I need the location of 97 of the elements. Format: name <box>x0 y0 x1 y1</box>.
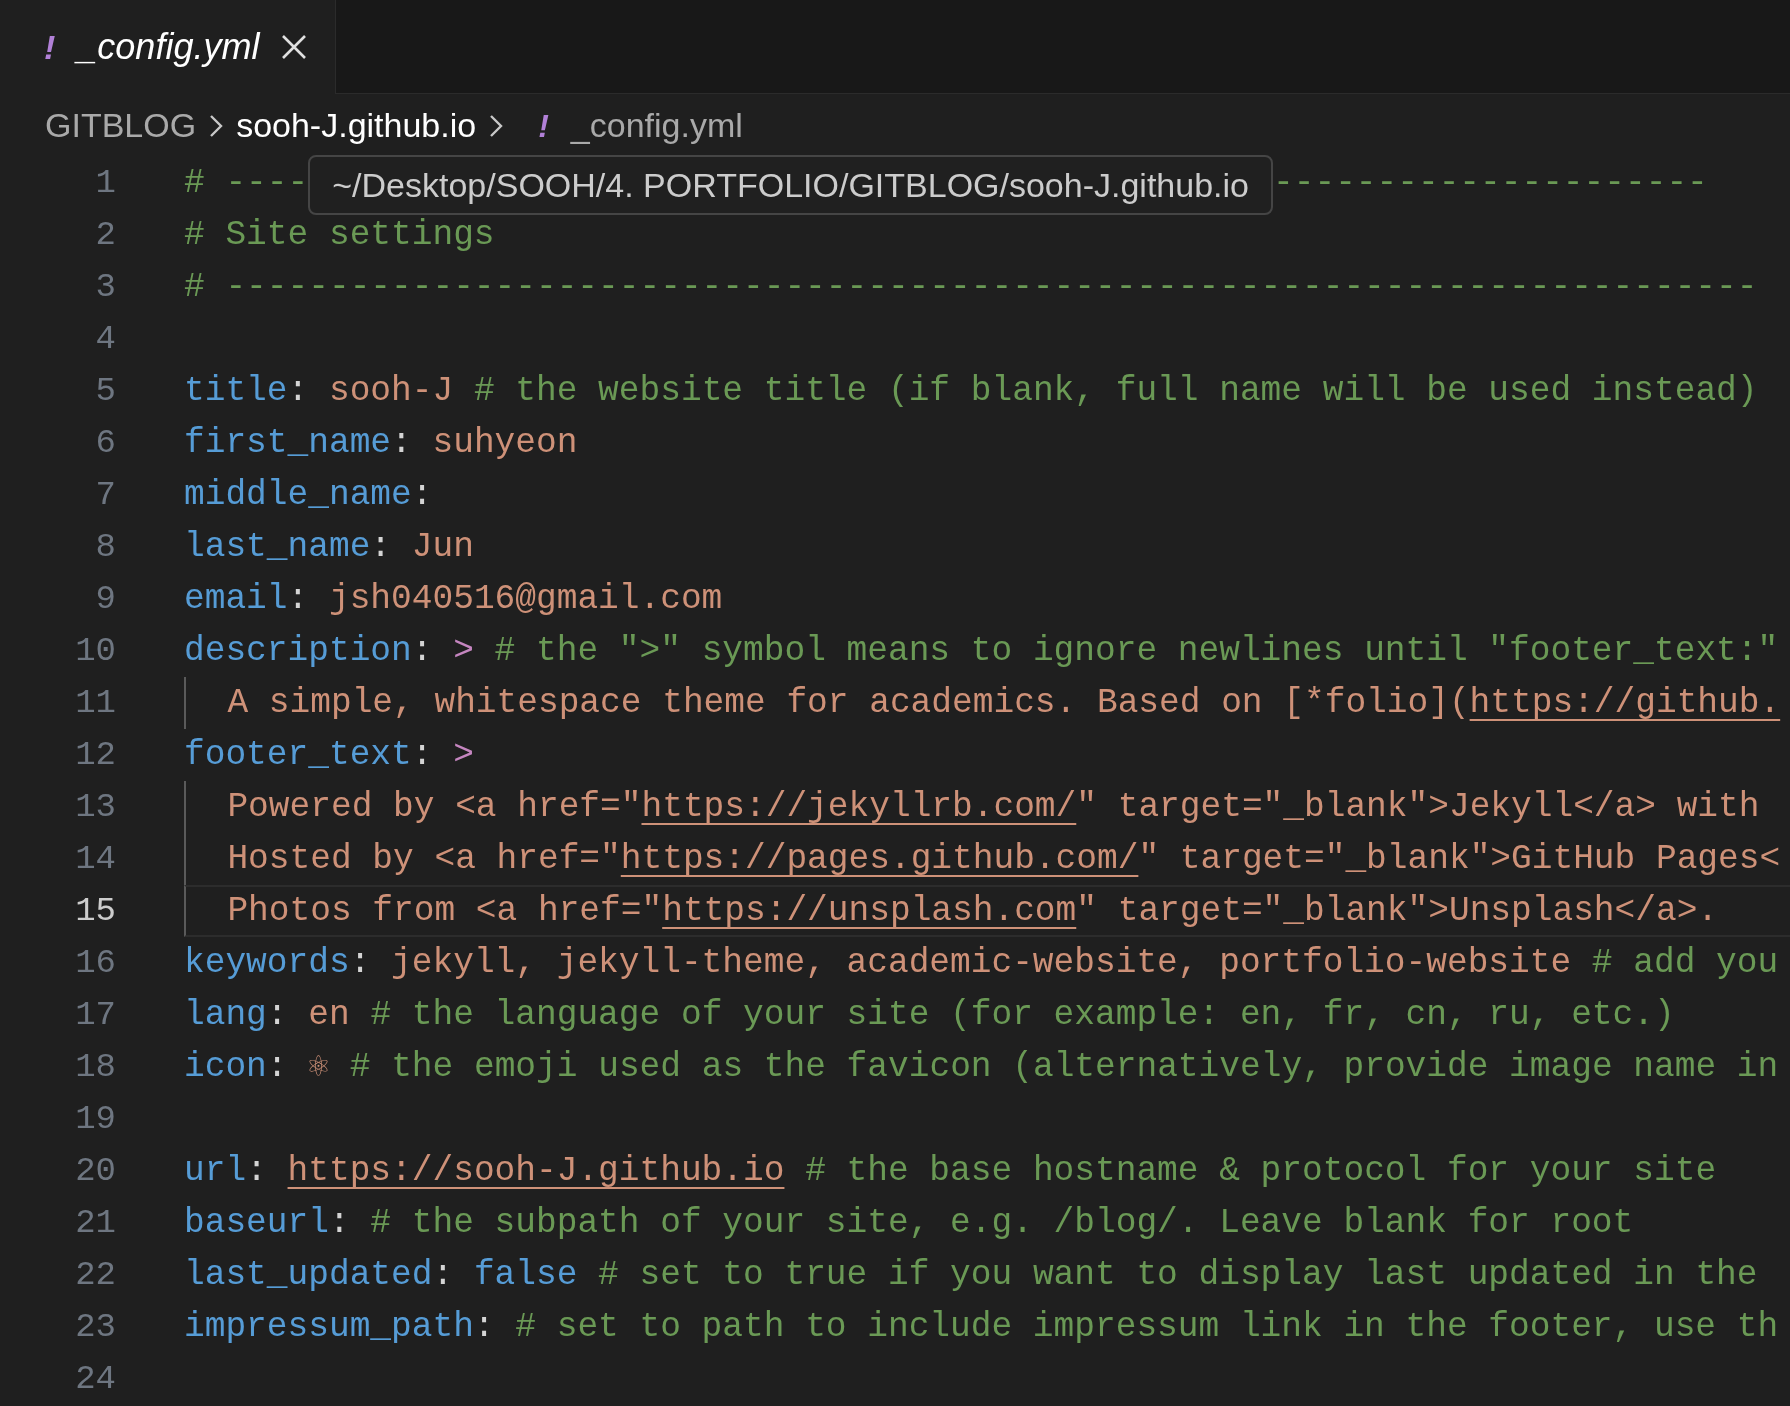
yaml-icon: ! <box>44 21 56 73</box>
code-comment: # Site settings <box>184 214 495 257</box>
yaml-key: description <box>184 625 412 677</box>
code-comment: # the language of your site (for example: en, fr, cn, ru, etc.) <box>369 994 1675 1037</box>
line-number: 12 <box>74 735 116 776</box>
line-number: 6 <box>94 423 116 464</box>
chevron-icon <box>488 112 505 139</box>
breadcrumb-item[interactable]: sooh-J.github.io <box>236 100 477 151</box>
yaml-colon: : <box>411 734 433 777</box>
code-link[interactable]: https://github. <box>1469 677 1781 729</box>
yaml-colon: : <box>328 1202 350 1245</box>
yaml-colon: : <box>266 994 288 1037</box>
code-comment: # the base hostname & protocol for your site <box>804 1150 1717 1193</box>
yaml-value: A simple, whitespace theme for academics. Based on [*folio]( <box>226 682 1470 725</box>
code-comment: # set to path to include impressum link in the footer, use th <box>514 1306 1779 1349</box>
code-comment: # the subpath of your site, e.g. /blog/. Leave blank for root <box>369 1202 1634 1245</box>
line-number: 1 <box>94 163 116 204</box>
yaml-colon: : <box>391 422 412 465</box>
line-number: 22 <box>74 1255 116 1296</box>
yaml-key: email <box>184 573 288 625</box>
code-link[interactable]: https://unsplash.com <box>662 885 1077 937</box>
yaml-colon: : <box>411 474 433 517</box>
yaml-value: jekyll, jekyll-theme, academic-website, portfolio-website <box>390 942 1572 985</box>
line-number: 2 <box>94 215 116 256</box>
code-comment: # the ">" symbol means to ignore newlines until "footer_text:" <box>493 630 1779 673</box>
line-number: 11 <box>74 683 116 724</box>
yaml-boolean: false <box>472 1254 578 1297</box>
code-comment: # ---- <box>184 162 309 205</box>
editor-tab[interactable]: ! _config.yml <box>0 0 337 94</box>
yaml-key: baseurl <box>184 1197 329 1249</box>
yaml-key: last_updated <box>184 1249 433 1301</box>
line-number: 23 <box>74 1307 116 1348</box>
yaml-colon: : <box>287 370 309 413</box>
block-indicator: > <box>452 630 474 673</box>
line-number: 4 <box>94 319 116 360</box>
line-number: 21 <box>74 1203 116 1244</box>
line-number: 17 <box>74 995 116 1036</box>
yaml-icon: ! <box>538 101 549 150</box>
yaml-key: footer_text <box>184 729 412 781</box>
line-number: 7 <box>94 475 116 516</box>
yaml-value: Hosted by <a href=" <box>226 838 621 881</box>
code-comment: # set to true if you want to display last updated in the <box>597 1254 1758 1297</box>
code-comment: # the website title (if blank, full name will be used instead) <box>472 370 1758 413</box>
breadcrumb-item[interactable]: GITBLOG <box>45 100 197 151</box>
yaml-value: Jun <box>410 526 474 569</box>
line-number: 9 <box>94 579 116 620</box>
yaml-colon: : <box>411 630 433 673</box>
line-number: 5 <box>94 371 116 412</box>
line-number: 20 <box>74 1151 116 1192</box>
yaml-key: impressum_path <box>184 1301 474 1353</box>
close-icon[interactable] <box>281 34 308 60</box>
yaml-colon: : <box>246 1150 268 1193</box>
code-link[interactable]: https://jekyllrb.com/ <box>641 781 1077 833</box>
line-number: 8 <box>94 527 116 568</box>
yaml-value: sooh-J <box>327 370 454 413</box>
yaml-colon: : <box>473 1306 495 1349</box>
line-number: 24 <box>74 1359 116 1400</box>
yaml-colon: : <box>349 942 371 985</box>
yaml-value: suhyeon <box>431 422 578 465</box>
code-comment: --------------------- <box>1273 162 1708 205</box>
yaml-value: jsh040516@gmail.com <box>327 578 723 621</box>
line-number: 3 <box>94 267 116 308</box>
line-number: 15 <box>74 891 116 932</box>
code-link[interactable]: https://pages.github.com/ <box>620 833 1139 885</box>
line-number: 14 <box>74 839 116 880</box>
yaml-value: Powered by <a href=" <box>226 786 642 829</box>
line-number: 13 <box>74 787 116 828</box>
yaml-key: icon <box>184 1041 267 1093</box>
yaml-key: first_name <box>184 417 392 469</box>
code-comment: # the emoji used as the favicon (alternatively, provide image name in <box>348 1046 1779 1089</box>
line-number: 16 <box>74 943 116 984</box>
yaml-value: " target="_blank">Unsplash</a>. <box>1076 890 1719 933</box>
yaml-value: " target="_blank">Jekyll</a> with <box>1076 786 1760 829</box>
yaml-value: " target="_blank">GitHub Pages< <box>1138 838 1781 881</box>
yaml-value: en <box>307 994 350 1037</box>
yaml-colon: : <box>266 1046 288 1089</box>
yaml-colon: : <box>287 578 309 621</box>
yaml-key: keywords <box>184 937 350 989</box>
yaml-colon: : <box>370 526 392 569</box>
yaml-key: last_name <box>184 521 371 573</box>
path-tooltip: ~/Desktop/SOOH/4. PORTFOLIO/GITBLOG/sooh-J.github.io <box>308 155 1273 215</box>
line-number: 18 <box>74 1047 116 1088</box>
yaml-colon: : <box>432 1254 454 1297</box>
yaml-key: lang <box>184 989 267 1041</box>
line-number: 10 <box>74 631 116 672</box>
chevron-icon <box>208 112 225 139</box>
code-comment: # add you <box>1590 942 1779 985</box>
yaml-key: url <box>184 1145 247 1197</box>
breadcrumb-item[interactable]: _config.yml <box>570 100 743 151</box>
yaml-key: middle_name <box>184 469 412 521</box>
block-indicator: > <box>452 734 474 777</box>
yaml-key: title <box>184 365 288 417</box>
code-link[interactable]: https://sooh-J.github.io <box>287 1145 785 1197</box>
code-comment: # -------------------------------------------------------------------------- <box>184 266 1758 309</box>
yaml-value: ⚛ <box>307 1046 330 1089</box>
line-number: 19 <box>74 1099 116 1140</box>
yaml-value: Photos from <a href=" <box>226 890 663 933</box>
